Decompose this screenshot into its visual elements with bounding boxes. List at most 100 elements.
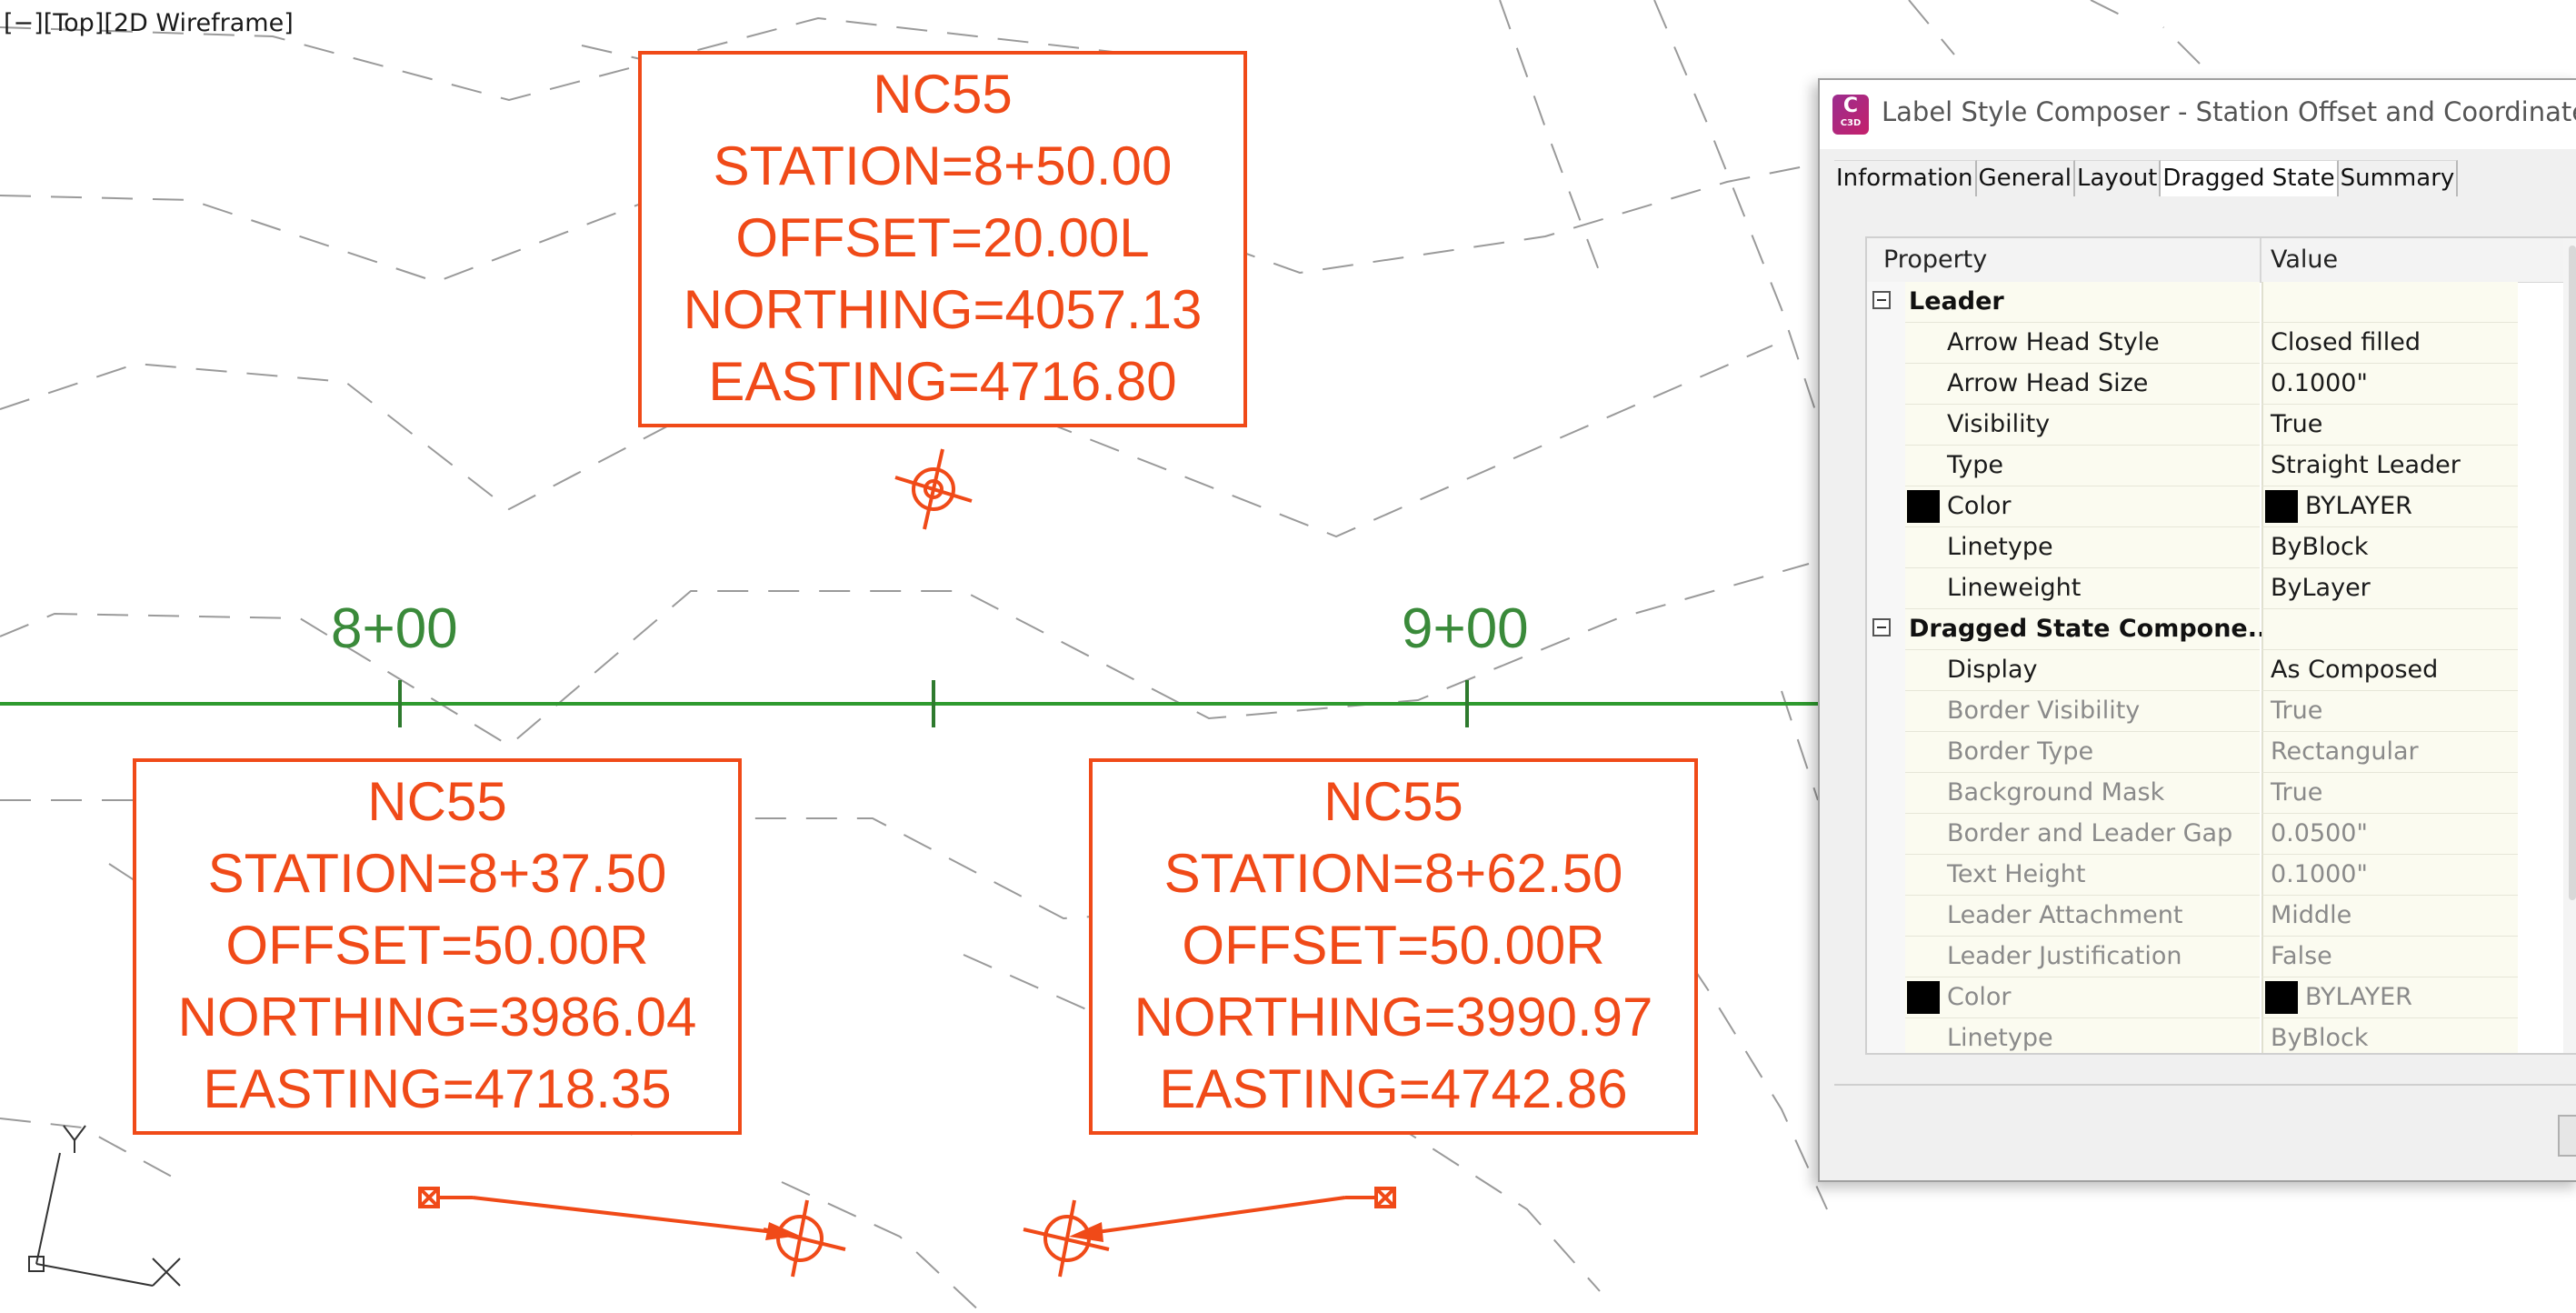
property-value: True: [2271, 410, 2323, 438]
property-value-cell[interactable]: 0.0500": [2261, 814, 2518, 855]
color-swatch-icon: [2265, 981, 2298, 1014]
property-row[interactable]: Arrow Head Style Closed filled: [1867, 323, 2576, 364]
dialog-title: Label Style Composer - Station Offset an…: [1882, 96, 2576, 127]
label-station: STATION=8+50.00: [713, 135, 1173, 196]
property-value-cell[interactable]: BYLAYER: [2261, 977, 2518, 1018]
collapse-toggle-icon[interactable]: [1872, 618, 1891, 636]
tab-layout[interactable]: Layout: [2074, 160, 2162, 196]
property-name-cell[interactable]: Leader: [1905, 282, 2260, 323]
property-row[interactable]: Border and Leader Gap 0.0500": [1867, 814, 2576, 855]
property-value-cell[interactable]: ByLayer: [2261, 568, 2518, 609]
property-row[interactable]: Arrow Head Size 0.1000": [1867, 364, 2576, 405]
station-label-900: 9+00: [1402, 597, 1529, 660]
property-grid-scrollbar[interactable]: [2563, 238, 2576, 1053]
property-name-cell[interactable]: Border Type: [1905, 732, 2260, 773]
tab-general[interactable]: General: [1976, 160, 2075, 196]
property-name-cell[interactable]: Linetype: [1905, 527, 2260, 568]
property-category[interactable]: Leader: [1867, 282, 2576, 323]
property-name-cell[interactable]: Color: [1905, 977, 2260, 1018]
property-row[interactable]: Text Height 0.1000": [1867, 855, 2576, 896]
property-name: Dragged State Compone...: [1909, 615, 2276, 643]
tab-information[interactable]: Information: [1834, 160, 1977, 196]
property-name: Display: [1947, 656, 2038, 684]
property-name-cell[interactable]: Background Mask: [1905, 773, 2260, 814]
station-label-800: 8+00: [331, 597, 458, 660]
property-row[interactable]: Linetype ByBlock: [1867, 1018, 2576, 1053]
property-row[interactable]: Background Mask True: [1867, 773, 2576, 814]
station-offset-label-right[interactable]: NC55 STATION=8+62.50 OFFSET=50.00R NORTH…: [1089, 758, 1698, 1135]
property-name-cell[interactable]: Arrow Head Style: [1905, 323, 2260, 364]
property-value-cell[interactable]: Straight Leader: [2261, 446, 2518, 486]
property-name-cell[interactable]: Leader Attachment: [1905, 896, 2260, 937]
property-value-cell[interactable]: Closed filled: [2261, 323, 2518, 364]
row-gutter: [1867, 814, 1905, 855]
property-value: ByBlock: [2271, 533, 2369, 561]
row-gutter: [1867, 486, 1905, 527]
property-name-cell[interactable]: Lineweight: [1905, 568, 2260, 609]
civil3d-app-icon: C C3D: [1832, 95, 1869, 135]
visual-style-control[interactable]: [2D Wireframe]: [104, 9, 293, 37]
property-name-cell[interactable]: Arrow Head Size: [1905, 364, 2260, 405]
property-row[interactable]: Color BYLAYER: [1867, 977, 2576, 1018]
property-name-cell[interactable]: Visibility: [1905, 405, 2260, 446]
label-style-composer-dialog[interactable]: C C3D Label Style Composer - Station Off…: [1818, 78, 2576, 1182]
property-row[interactable]: Visibility True: [1867, 405, 2576, 446]
property-value-cell[interactable]: 0.1000": [2261, 364, 2518, 405]
property-row[interactable]: Leader Justification False: [1867, 937, 2576, 977]
property-row[interactable]: Color BYLAYER: [1867, 486, 2576, 527]
view-cube-control[interactable]: [Top]: [44, 9, 105, 37]
property-value-cell[interactable]: 0.1000": [2261, 855, 2518, 896]
property-value: 0.0500": [2271, 819, 2368, 847]
property-name-cell[interactable]: Border and Leader Gap: [1905, 814, 2260, 855]
property-row[interactable]: Lineweight ByLayer: [1867, 568, 2576, 609]
station-offset-label-top[interactable]: NC55 STATION=8+50.00 OFFSET=20.00L NORTH…: [638, 51, 1247, 427]
property-value: Rectangular: [2271, 737, 2419, 766]
dialog-button[interactable]: [2558, 1115, 2576, 1157]
property-name-cell[interactable]: Text Height: [1905, 855, 2260, 896]
color-swatch-icon: [2265, 490, 2298, 523]
label-northing: NORTHING=3990.97: [1133, 987, 1653, 1047]
header-property[interactable]: Property: [1883, 246, 1987, 274]
point-marker-top[interactable]: [894, 448, 973, 530]
property-name-cell[interactable]: Type: [1905, 446, 2260, 486]
property-name: Linetype: [1947, 1024, 2053, 1052]
property-value-cell[interactable]: True: [2261, 691, 2518, 732]
label-easting: EASTING=4716.80: [708, 351, 1177, 412]
tab-summary[interactable]: Summary: [2338, 160, 2459, 196]
property-value-cell[interactable]: True: [2261, 405, 2518, 446]
property-row[interactable]: Leader Attachment Middle: [1867, 896, 2576, 937]
property-row[interactable]: Border Type Rectangular: [1867, 732, 2576, 773]
property-value-cell[interactable]: False: [2261, 937, 2518, 977]
property-row[interactable]: Display As Composed: [1867, 650, 2576, 691]
property-grid[interactable]: Property Value Leader Arrow Head Style Clo…: [1865, 236, 2576, 1055]
property-value-cell[interactable]: Middle: [2261, 896, 2518, 937]
property-value-cell[interactable]: True: [2261, 773, 2518, 814]
property-row[interactable]: Border Visibility True: [1867, 691, 2576, 732]
station-offset-label-left[interactable]: NC55 STATION=8+37.50 OFFSET=50.00R NORTH…: [133, 758, 742, 1135]
viewport-minimize-control[interactable]: [−]: [4, 9, 44, 37]
property-row[interactable]: Linetype ByBlock: [1867, 527, 2576, 568]
row-gutter: [1867, 691, 1905, 732]
property-value-cell[interactable]: As Composed: [2261, 650, 2518, 691]
viewport-controls[interactable]: [−][Top][2D Wireframe]: [4, 9, 294, 37]
property-name-cell[interactable]: Color: [1905, 486, 2260, 527]
property-name-cell[interactable]: Dragged State Compone...: [1905, 609, 2276, 650]
property-value-cell[interactable]: Rectangular: [2261, 732, 2518, 773]
property-name: Arrow Head Style: [1947, 328, 2160, 356]
scrollbar-thumb[interactable]: [2569, 246, 2576, 900]
property-value-cell[interactable]: ByBlock: [2261, 1018, 2518, 1053]
tab-dragged-state[interactable]: Dragged State: [2161, 160, 2339, 196]
dialog-titlebar[interactable]: C C3D Label Style Composer - Station Off…: [1820, 80, 2576, 149]
property-value-cell[interactable]: ByBlock: [2261, 527, 2518, 568]
property-row[interactable]: Type Straight Leader: [1867, 446, 2576, 486]
collapse-toggle-icon[interactable]: [1872, 291, 1891, 309]
property-value-cell[interactable]: BYLAYER: [2261, 486, 2518, 527]
header-value[interactable]: Value: [2271, 246, 2338, 274]
property-value: As Composed: [2271, 656, 2439, 684]
property-name-cell[interactable]: Linetype: [1905, 1018, 2260, 1053]
property-category[interactable]: Dragged State Compone...: [1867, 609, 2576, 650]
property-value: ByBlock: [2271, 1024, 2369, 1052]
property-name-cell[interactable]: Display: [1905, 650, 2260, 691]
property-name-cell[interactable]: Leader Justification: [1905, 937, 2260, 977]
property-name-cell[interactable]: Border Visibility: [1905, 691, 2260, 732]
